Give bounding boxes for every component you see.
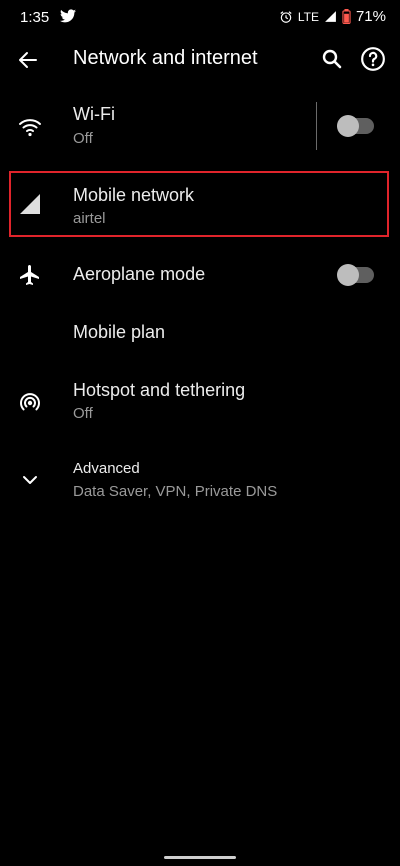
status-time: 1:35 [20, 9, 50, 26]
battery-icon [342, 9, 351, 24]
aeroplane-label: Aeroplane mode [73, 264, 206, 284]
aeroplane-toggle-knob [337, 264, 359, 286]
status-icons: LTE 71% [279, 8, 386, 25]
hotspot-label: Hotspot and tethering [73, 380, 246, 400]
status-bar: 1:35 LTE 71% [0, 0, 400, 34]
back-arrow-icon[interactable] [16, 48, 40, 72]
wifi-divider [316, 102, 317, 150]
advanced-label: Advanced [73, 460, 140, 477]
hotspot-status: Off [73, 405, 93, 422]
page-title: Network and internet [73, 47, 258, 69]
help-icon[interactable] [360, 46, 386, 72]
wifi-status: Off [73, 130, 93, 147]
mobile-network-highlight [9, 171, 389, 237]
app-bar: Network and internet [0, 34, 400, 86]
wifi-toggle-knob [337, 115, 359, 137]
signal-icon [325, 11, 336, 22]
battery-percent: 71% [355, 8, 386, 25]
search-icon[interactable] [320, 47, 344, 71]
advanced-row[interactable]: Advanced Data Saver, VPN, Private DNS [0, 456, 400, 504]
mobile-plan-row[interactable]: Mobile plan [0, 316, 400, 350]
aeroplane-toggle[interactable] [337, 264, 374, 286]
advanced-summary: Data Saver, VPN, Private DNS [73, 483, 278, 500]
wifi-icon [19, 119, 41, 137]
mobile-plan-label: Mobile plan [73, 322, 166, 342]
wifi-label: Wi-Fi [73, 104, 115, 124]
network-type: LTE [297, 9, 319, 24]
wifi-toggle[interactable] [337, 115, 374, 137]
hotspot-row[interactable]: Hotspot and tethering Off [0, 375, 400, 427]
chevron-down-icon [23, 476, 37, 484]
alarm-icon [280, 10, 292, 23]
hotspot-icon [20, 393, 40, 411]
gesture-nav-bar[interactable] [164, 856, 236, 859]
twitter-icon [60, 9, 76, 23]
airplane-icon [20, 265, 39, 285]
